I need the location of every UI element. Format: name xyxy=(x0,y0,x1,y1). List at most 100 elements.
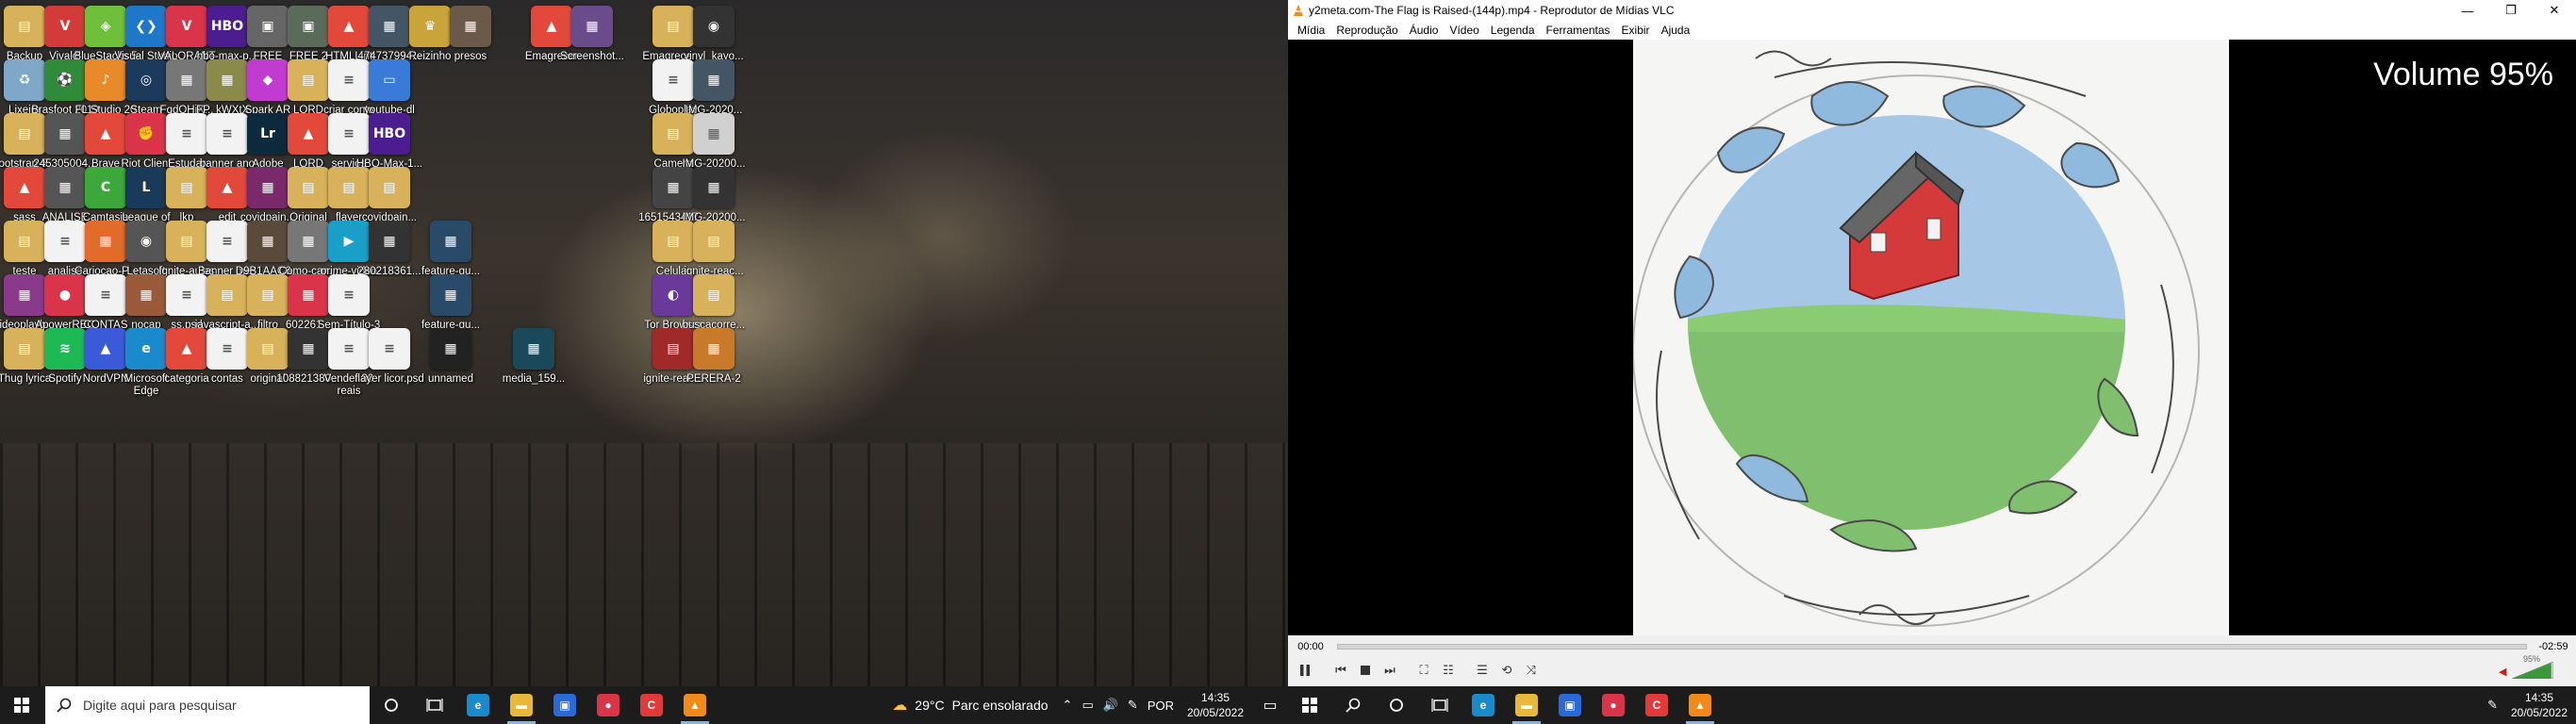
cortana-button-secondary[interactable] xyxy=(1375,686,1418,724)
explorer-icon: ▬ xyxy=(1515,694,1538,716)
desktop-icon[interactable]: ▦ PERERA-2 xyxy=(678,322,750,413)
desktop-icon[interactable]: ▦ Screenshot... xyxy=(556,0,628,90)
menu-item[interactable]: Exibir xyxy=(1616,24,1656,37)
pause-button[interactable] xyxy=(1292,658,1318,683)
apowerrec-icon: ● xyxy=(597,694,619,716)
menu-item[interactable]: Vídeo xyxy=(1444,24,1484,37)
taskbar-app-camtasia[interactable]: C xyxy=(1635,686,1678,724)
cortana-icon xyxy=(385,699,398,712)
taskbar-app-store[interactable]: ▣ xyxy=(1548,686,1592,724)
app-icon: ▦ xyxy=(693,328,735,370)
volume-icon[interactable]: 🔊 xyxy=(1098,698,1123,713)
start-button-secondary[interactable] xyxy=(1288,686,1331,724)
shuffle-button[interactable]: ⤨ xyxy=(1520,660,1543,681)
previous-button[interactable]: ⏮ xyxy=(1329,660,1352,681)
loop-button[interactable]: ⟲ xyxy=(1495,660,1518,681)
windows-icon xyxy=(14,698,29,713)
app-icon: ≡ xyxy=(369,328,410,370)
taskbar-apps: e ▬ ▣ ● C ▲ xyxy=(456,686,717,724)
app-icon: ▤ xyxy=(693,221,735,262)
clock-date: 20/05/2022 xyxy=(2510,706,2568,719)
next-button[interactable]: ⏭ xyxy=(1379,660,1401,681)
stop-icon xyxy=(1361,666,1370,675)
search-button[interactable] xyxy=(1331,686,1375,724)
search-icon xyxy=(1346,698,1361,713)
taskbar-app-edge[interactable]: e xyxy=(1461,686,1505,724)
desktop-icon-label: media_159... xyxy=(502,373,566,385)
speaker-icon[interactable]: ◀ xyxy=(2499,666,2512,679)
fullscreen-icon: ⛶ xyxy=(1419,663,1428,677)
taskbar-app-edge[interactable]: e xyxy=(456,686,500,724)
menu-item[interactable]: Legenda xyxy=(1485,24,1541,37)
clock-secondary[interactable]: 14:35 20/05/2022 xyxy=(2502,690,2576,720)
taskbar-app-apowerrec[interactable]: ● xyxy=(1592,686,1635,724)
close-button[interactable]: ✕ xyxy=(2533,0,2576,21)
time-elapsed: 00:00 xyxy=(1297,641,1324,652)
pen-icon[interactable]: ✎ xyxy=(1123,698,1143,713)
menu-item[interactable]: Mídia xyxy=(1292,24,1330,37)
extended-settings-button[interactable]: ☷ xyxy=(1437,660,1460,681)
task-view-button-secondary[interactable] xyxy=(1418,686,1461,724)
menu-item[interactable]: Ajuda xyxy=(1656,24,1696,37)
taskbar-app-vlc[interactable]: ▲ xyxy=(1678,686,1722,724)
desktop-icon[interactable]: ▦ media_159... xyxy=(498,322,570,413)
taskbar-app-vlc[interactable]: ▲ xyxy=(673,686,717,724)
app-icon: ▤ xyxy=(369,167,410,208)
taskbar-app-store[interactable]: ▣ xyxy=(543,686,586,724)
taskbar-app-camtasia[interactable]: C xyxy=(630,686,673,724)
pen-icon[interactable]: ✎ xyxy=(2483,698,2502,713)
menu-item[interactable]: Reprodução xyxy=(1330,24,1403,37)
notification-icon[interactable]: ▭ xyxy=(1252,686,1288,724)
start-button[interactable] xyxy=(0,686,43,724)
clock-date: 20/05/2022 xyxy=(1186,706,1245,719)
cortana-button[interactable] xyxy=(370,686,413,724)
taskbar-app-explorer[interactable]: ▬ xyxy=(1505,686,1548,724)
clock[interactable]: 14:35 20/05/2022 xyxy=(1179,690,1252,720)
volume-slider[interactable]: 95% xyxy=(2511,654,2554,680)
video-area[interactable]: Volume 95% xyxy=(1288,40,2576,635)
volume-percent: 95% xyxy=(2522,654,2540,664)
desktop-icon-label: Screenshot... xyxy=(560,51,624,62)
clock-time: 14:35 xyxy=(2524,691,2554,704)
vlc-controls: 00:00 -02:59 ⏮ ⏭ ⛶ ☷ ☰ ⟲ ⤨ ◀ 95% xyxy=(1288,635,2576,686)
previous-icon: ⏮ xyxy=(1335,663,1346,677)
seek-bar[interactable] xyxy=(1337,644,2527,650)
network-icon[interactable]: ▭ xyxy=(1077,698,1098,713)
desktop-icon[interactable]: ▦ presos xyxy=(435,0,506,90)
stop-button[interactable] xyxy=(1354,660,1377,681)
minimize-button[interactable]: — xyxy=(2446,0,2489,21)
playlist-icon: ☰ xyxy=(1477,663,1488,677)
vlc-titlebar[interactable]: y2meta.com-The Flag is Raised-(144p).mp4… xyxy=(1288,0,2576,21)
search-box[interactable]: Digite aqui para pesquisar xyxy=(45,686,370,724)
equalizer-icon: ☷ xyxy=(1443,663,1454,677)
chevron-up-icon[interactable]: ⌃ xyxy=(1058,698,1078,713)
fullscreen-button[interactable]: ⛶ xyxy=(1412,660,1435,681)
apowerrec-icon: ● xyxy=(1602,694,1625,716)
app-icon: ▦ xyxy=(693,113,735,155)
app-icon: HBO xyxy=(369,113,410,155)
desktop-left: ▤ Backup V Vivaldi ◈ BlueStacks 5 ❮❯ Visual Stu… xyxy=(0,0,1288,724)
cortana-icon xyxy=(1390,699,1403,712)
task-view-icon xyxy=(426,699,443,712)
app-icon: ▦ xyxy=(693,59,735,101)
weather-widget[interactable]: ☁ 29°C Parc ensolarado xyxy=(883,696,1057,715)
app-icon: ▤ xyxy=(693,274,735,316)
language-indicator[interactable]: POR xyxy=(1143,699,1179,713)
app-icon: ▦ xyxy=(430,274,471,316)
taskbar-app-apowerrec[interactable]: ● xyxy=(586,686,630,724)
edge-icon: e xyxy=(467,694,489,716)
taskbar-app-explorer[interactable]: ▬ xyxy=(500,686,543,724)
store-icon: ▣ xyxy=(553,694,576,716)
app-icon: ▦ xyxy=(369,221,410,262)
playlist-button[interactable]: ☰ xyxy=(1471,660,1494,681)
desktop-icon[interactable]: ▦ unnamed xyxy=(415,322,487,413)
menu-item[interactable]: Ferramentas xyxy=(1541,24,1616,37)
clock-time: 14:35 xyxy=(1200,691,1230,704)
restore-button[interactable]: ❐ xyxy=(2489,0,2533,21)
time-remaining[interactable]: -02:59 xyxy=(2531,641,2576,652)
menu-item[interactable]: Áudio xyxy=(1404,24,1445,37)
app-icon: ◉ xyxy=(693,6,735,47)
volume-control[interactable]: ◀ 95% xyxy=(2499,654,2565,680)
app-icon: ▦ xyxy=(430,328,471,370)
task-view-button[interactable] xyxy=(413,686,456,724)
